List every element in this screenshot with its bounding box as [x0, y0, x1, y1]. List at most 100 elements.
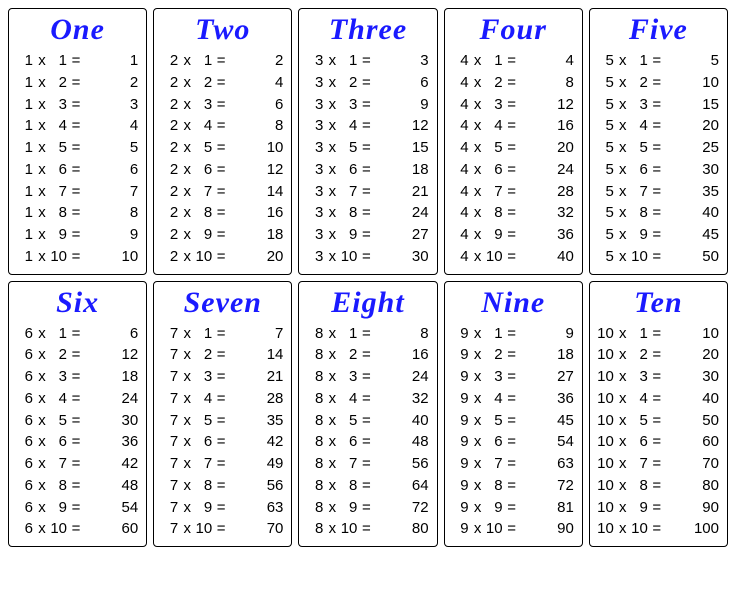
multiplicand: 3 — [305, 181, 325, 203]
table-title: Eight — [305, 286, 430, 319]
multiplicand: 10 — [596, 366, 616, 388]
table-row: 2x9=18 — [160, 224, 285, 246]
times-symbol: x — [180, 344, 194, 366]
times-symbol: x — [180, 115, 194, 137]
equals-symbol: = — [650, 246, 664, 268]
multiplicand: 2 — [160, 224, 180, 246]
product: 10 — [664, 323, 721, 345]
multiplier: 6 — [485, 159, 505, 181]
times-symbol: x — [325, 366, 339, 388]
product: 5 — [83, 137, 140, 159]
equals-symbol: = — [359, 344, 373, 366]
equals-symbol: = — [505, 72, 519, 94]
multiplier: 8 — [630, 475, 650, 497]
multiplicand: 7 — [160, 497, 180, 519]
multiplier: 10 — [49, 246, 69, 268]
multiplier: 6 — [485, 431, 505, 453]
equals-symbol: = — [505, 159, 519, 181]
times-symbol: x — [35, 475, 49, 497]
multiplier: 9 — [339, 497, 359, 519]
multiplicand: 2 — [160, 115, 180, 137]
equals-symbol: = — [214, 137, 228, 159]
multiplicand: 9 — [451, 431, 471, 453]
table-card-ten: Ten10x1=1010x2=2010x3=3010x4=4010x5=5010… — [589, 281, 728, 548]
multiplicand: 9 — [451, 410, 471, 432]
product: 50 — [664, 410, 721, 432]
equals-symbol: = — [359, 224, 373, 246]
multiplier: 6 — [49, 431, 69, 453]
multiplier: 8 — [194, 475, 214, 497]
multiplicand: 5 — [596, 115, 616, 137]
table-row: 7x10=70 — [160, 518, 285, 540]
product: 16 — [228, 202, 285, 224]
multiplicand: 7 — [160, 366, 180, 388]
multiplicand: 9 — [451, 344, 471, 366]
table-row: 7x5=35 — [160, 410, 285, 432]
multiplier: 6 — [49, 159, 69, 181]
multiplier: 2 — [485, 72, 505, 94]
product: 9 — [373, 94, 430, 116]
times-symbol: x — [35, 246, 49, 268]
times-symbol: x — [325, 453, 339, 475]
table-row: 6x4=24 — [15, 388, 140, 410]
product: 54 — [83, 497, 140, 519]
table-row: 3x3=9 — [305, 94, 430, 116]
equals-symbol: = — [505, 453, 519, 475]
times-symbol: x — [180, 181, 194, 203]
multiplier: 2 — [630, 344, 650, 366]
table-card-three: Three3x1=33x2=63x3=93x4=123x5=153x6=183x… — [298, 8, 437, 275]
multiplier: 7 — [485, 181, 505, 203]
multiplicand: 7 — [160, 431, 180, 453]
table-row: 4x1=4 — [451, 50, 576, 72]
times-symbol: x — [325, 246, 339, 268]
times-symbol: x — [616, 224, 630, 246]
multiplicand: 6 — [15, 518, 35, 540]
multiplicand: 8 — [305, 344, 325, 366]
multiplicand: 8 — [305, 453, 325, 475]
times-symbol: x — [616, 94, 630, 116]
multiplicand: 4 — [451, 246, 471, 268]
table-row: 1x1=1 — [15, 50, 140, 72]
times-symbol: x — [325, 137, 339, 159]
equals-symbol: = — [359, 159, 373, 181]
times-symbol: x — [325, 518, 339, 540]
product: 70 — [664, 453, 721, 475]
equals-symbol: = — [505, 50, 519, 72]
table-row: 10x2=20 — [596, 344, 721, 366]
table-row: 2x10=20 — [160, 246, 285, 268]
multiplier: 5 — [194, 137, 214, 159]
product: 30 — [83, 410, 140, 432]
product: 48 — [83, 475, 140, 497]
equals-symbol: = — [505, 224, 519, 246]
multiplicand: 9 — [451, 453, 471, 475]
multiplier: 3 — [339, 366, 359, 388]
equals-symbol: = — [359, 475, 373, 497]
multiplicand: 1 — [15, 224, 35, 246]
table-row: 4x10=40 — [451, 246, 576, 268]
product: 14 — [228, 344, 285, 366]
product: 42 — [83, 453, 140, 475]
multiplicand: 9 — [451, 388, 471, 410]
table-row: 2x2=4 — [160, 72, 285, 94]
times-symbol: x — [325, 94, 339, 116]
product: 56 — [228, 475, 285, 497]
table-row: 10x4=40 — [596, 388, 721, 410]
times-symbol: x — [35, 453, 49, 475]
times-symbol: x — [616, 497, 630, 519]
table-row: 2x8=16 — [160, 202, 285, 224]
multiplicand: 6 — [15, 453, 35, 475]
table-row: 9x1=9 — [451, 323, 576, 345]
equals-symbol: = — [650, 388, 664, 410]
equals-symbol: = — [214, 388, 228, 410]
multiplicand: 4 — [451, 159, 471, 181]
times-symbol: x — [35, 50, 49, 72]
multiplicand: 5 — [596, 72, 616, 94]
multiplier: 9 — [339, 224, 359, 246]
equals-symbol: = — [359, 388, 373, 410]
product: 100 — [664, 518, 721, 540]
equals-symbol: = — [214, 344, 228, 366]
multiplicand: 4 — [451, 72, 471, 94]
product: 12 — [373, 115, 430, 137]
times-symbol: x — [471, 475, 485, 497]
multiplier: 10 — [194, 246, 214, 268]
